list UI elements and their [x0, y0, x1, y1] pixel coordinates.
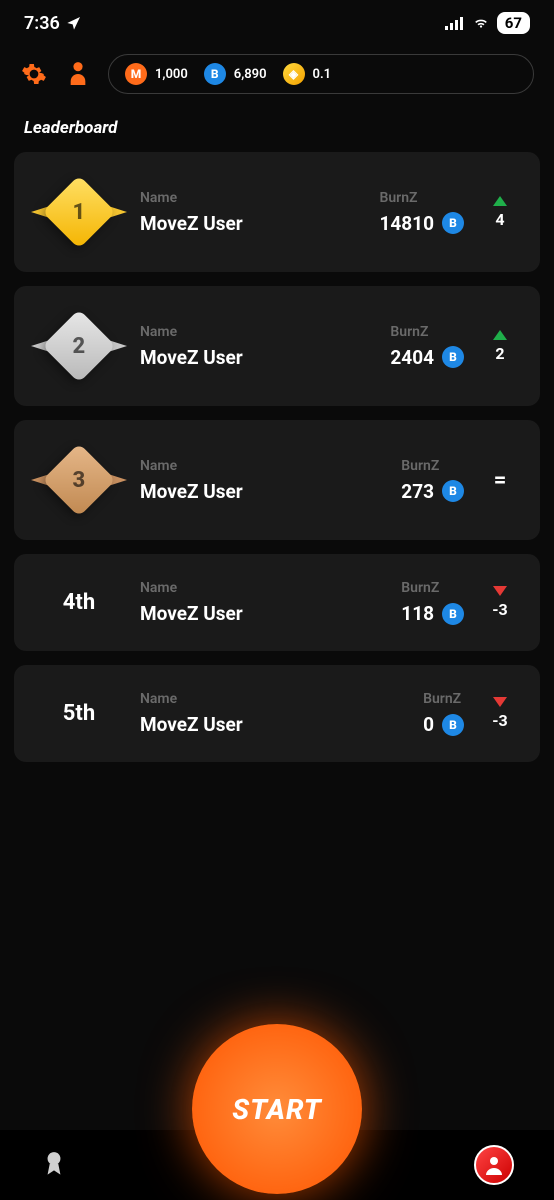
- leaderboard-row[interactable]: 2 Name MoveZ User BurnZ 2404 B 2: [14, 286, 540, 406]
- rank-badge: 3: [34, 446, 124, 514]
- top-controls: M 1,000 B 6,890 ◈ 0.1: [0, 42, 554, 102]
- page-title: Leaderboard: [0, 102, 554, 152]
- b-coin-icon: B: [442, 603, 464, 625]
- arrow-up-icon: [493, 330, 507, 340]
- arrow-down-icon: [493, 586, 507, 596]
- balance-b-value: 6,890: [234, 67, 267, 82]
- balance-m: M 1,000: [125, 63, 188, 85]
- user-name: MoveZ User: [140, 713, 393, 736]
- rank-change: =: [480, 468, 520, 493]
- burnz-value: 14810: [379, 212, 434, 235]
- start-button[interactable]: START: [192, 1024, 362, 1194]
- rank-change: -3: [480, 697, 520, 730]
- name-label: Name: [140, 691, 393, 707]
- user-name: MoveZ User: [140, 212, 349, 235]
- wifi-icon: [471, 16, 491, 30]
- burnz-value: 273: [401, 480, 434, 503]
- m-coin-icon: M: [125, 63, 147, 85]
- rank-badge: 2: [34, 312, 124, 380]
- rank-badge: 5th: [34, 701, 124, 726]
- arrow-down-icon: [493, 697, 507, 707]
- medal-icon: [41, 1150, 67, 1180]
- name-label: Name: [140, 458, 371, 474]
- rank-change: 2: [480, 330, 520, 363]
- leaderboard-row[interactable]: 5th Name MoveZ User BurnZ 0B -3: [14, 665, 540, 762]
- settings-button[interactable]: [20, 60, 48, 88]
- burnz-label: BurnZ: [379, 190, 464, 206]
- balance-y-value: 0.1: [313, 67, 332, 82]
- rank-num: 1: [73, 200, 86, 225]
- rank-text: 5th: [63, 701, 95, 726]
- arrow-up-icon: [493, 196, 507, 206]
- b-coin-icon: B: [442, 212, 464, 234]
- rank-num: 3: [73, 468, 86, 493]
- user-name: MoveZ User: [140, 346, 360, 369]
- burnz-value: 2404: [390, 346, 434, 369]
- change-value: -3: [492, 600, 507, 619]
- name-label: Name: [140, 580, 371, 596]
- user-name: MoveZ User: [140, 602, 371, 625]
- gear-icon: [21, 61, 47, 87]
- burnz-value: 118: [401, 602, 434, 625]
- signal-icon: [445, 16, 465, 30]
- balance-b: B 6,890: [204, 63, 267, 85]
- rank-badge: 1: [34, 178, 124, 246]
- rank-change: -3: [480, 586, 520, 619]
- burnz-value: 0: [423, 713, 434, 736]
- name-label: Name: [140, 324, 360, 340]
- burnz-label: BurnZ: [423, 691, 464, 707]
- nav-profile-avatar[interactable]: [474, 1145, 514, 1185]
- battery-badge: 67: [497, 12, 530, 34]
- nav-leaderboard-button[interactable]: [40, 1151, 68, 1179]
- burnz-label: BurnZ: [401, 580, 464, 596]
- b-coin-icon: B: [442, 346, 464, 368]
- rank-badge: 4th: [34, 590, 124, 615]
- equal-icon: =: [494, 468, 507, 493]
- start-button-label: START: [232, 1093, 321, 1126]
- user-name: MoveZ User: [140, 480, 371, 503]
- b-coin-icon: B: [442, 480, 464, 502]
- leaderboard-row[interactable]: 4th Name MoveZ User BurnZ 118 B -3: [14, 554, 540, 651]
- leaderboard-row[interactable]: 3 Name MoveZ User BurnZ 273 B =: [14, 420, 540, 540]
- person-medal-icon: [67, 61, 89, 87]
- change-value: 2: [495, 344, 504, 363]
- location-icon: [66, 15, 82, 31]
- b-coin-icon: B: [442, 714, 464, 736]
- avatar-icon: [482, 1153, 506, 1177]
- rank-text: 4th: [63, 590, 95, 615]
- name-label: Name: [140, 190, 349, 206]
- y-coin-icon: ◈: [283, 63, 305, 85]
- status-time: 7:36: [24, 13, 60, 34]
- b-coin-icon: B: [204, 63, 226, 85]
- balance-y: ◈ 0.1: [283, 63, 332, 85]
- leaderboard-row[interactable]: 1 Name MoveZ User BurnZ 14810 B 4: [14, 152, 540, 272]
- burnz-label: BurnZ: [401, 458, 464, 474]
- balance-pill[interactable]: M 1,000 B 6,890 ◈ 0.1: [108, 54, 534, 94]
- profile-button[interactable]: [64, 60, 92, 88]
- leaderboard-list: 1 Name MoveZ User BurnZ 14810 B 4 2: [0, 152, 554, 762]
- rank-change: 4: [480, 196, 520, 229]
- rank-num: 2: [73, 334, 86, 359]
- change-value: -3: [492, 711, 507, 730]
- balance-m-value: 1,000: [155, 67, 188, 82]
- burnz-label: BurnZ: [390, 324, 464, 340]
- status-bar: 7:36 67: [0, 0, 554, 42]
- change-value: 4: [495, 210, 504, 229]
